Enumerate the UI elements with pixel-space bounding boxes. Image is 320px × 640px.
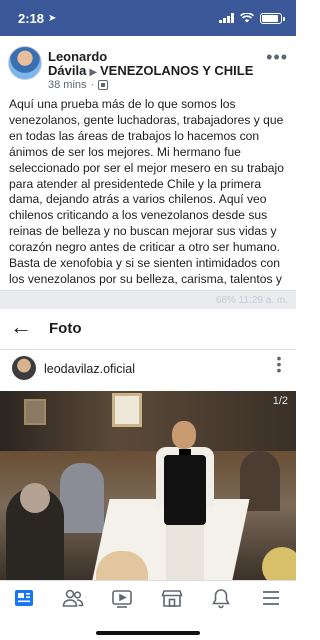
share-arrow-icon: ▶ xyxy=(89,67,98,78)
shared-screenshot[interactable]: 68% 11:29 a. m. ← Foto leodavilaz.oficia… xyxy=(0,290,296,581)
post-time[interactable]: 38 mins xyxy=(48,79,87,91)
waiter-figure xyxy=(150,421,220,581)
wall-picture xyxy=(24,399,46,425)
wifi-icon xyxy=(240,13,254,23)
battery-icon xyxy=(260,12,285,24)
post-meta: 38 mins · xyxy=(48,79,109,91)
dot-separator: · xyxy=(90,79,95,91)
photo-counter: 1/2 xyxy=(272,395,288,407)
post-text: Aquí una prueba más de lo que somos los … xyxy=(9,97,284,318)
more-options-icon[interactable]: ••• xyxy=(266,48,288,66)
diner xyxy=(60,463,104,533)
instagram-avatar xyxy=(12,356,36,380)
group-name[interactable]: VENEZOLANOS Y CHILE xyxy=(100,63,253,78)
diner xyxy=(262,547,296,581)
bottom-navigation xyxy=(0,580,296,640)
group-privacy-icon xyxy=(98,80,109,90)
post-author-line: Leonardo Dávila ▶ VENEZOLANOS Y CHILE xyxy=(48,50,258,80)
ghost-status-bar: 68% 11:29 a. m. xyxy=(0,291,296,309)
marketplace-icon[interactable] xyxy=(161,587,185,609)
diner xyxy=(6,483,64,581)
author-avatar[interactable] xyxy=(8,46,42,80)
vertical-dots-icon: • • • xyxy=(276,350,282,378)
instagram-username: leodavilaz.oficial xyxy=(44,362,136,376)
home-indicator[interactable] xyxy=(96,631,200,635)
status-bar: 2:18 ➤ xyxy=(0,0,296,36)
watch-icon[interactable] xyxy=(111,587,135,609)
instagram-post-header: leodavilaz.oficial • • • xyxy=(0,351,296,389)
photo-viewer-title: Foto xyxy=(49,320,82,337)
location-arrow-icon: ➤ xyxy=(48,12,57,24)
menu-icon[interactable] xyxy=(260,587,284,609)
status-indicators xyxy=(219,12,285,24)
back-arrow-icon: ← xyxy=(10,314,32,339)
notifications-bell-icon[interactable] xyxy=(210,587,234,609)
author-name[interactable]: Leonardo Dávila xyxy=(48,49,107,78)
friends-icon[interactable] xyxy=(62,587,86,609)
signal-strength-icon xyxy=(219,13,234,23)
divider xyxy=(0,349,296,350)
battery-level xyxy=(262,14,279,22)
restaurant-photo[interactable]: 1/2 xyxy=(0,391,296,581)
news-feed-icon[interactable] xyxy=(13,587,37,609)
photo-viewer-header: ← Foto xyxy=(0,315,296,341)
clock: 2:18 xyxy=(18,10,45,26)
post-header: Leonardo Dávila ▶ VENEZOLANOS Y CHILE 38 m… xyxy=(8,46,290,96)
status-time: 2:18 ➤ xyxy=(18,11,56,26)
wall-picture xyxy=(112,393,142,427)
